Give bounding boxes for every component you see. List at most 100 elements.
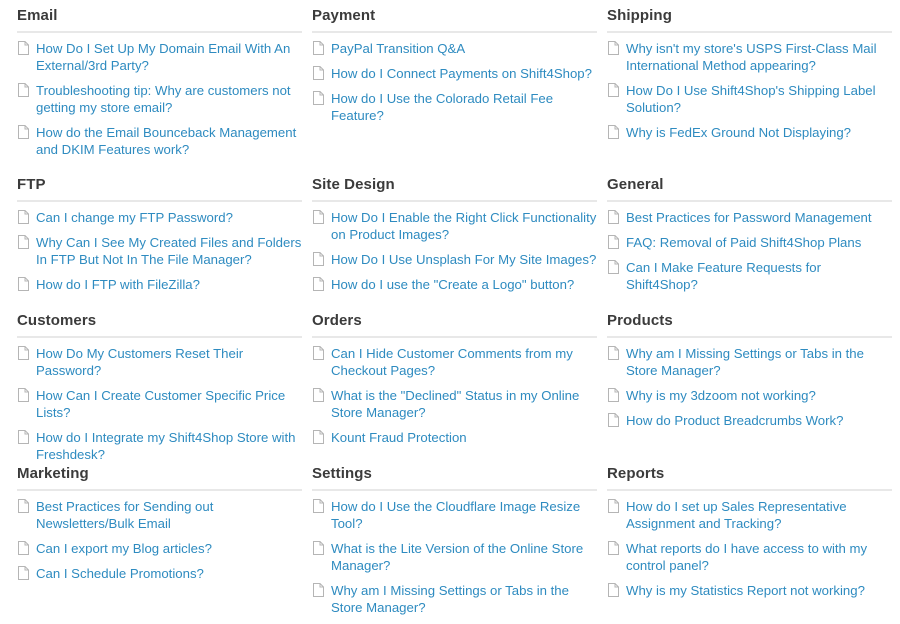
document-icon bbox=[18, 388, 29, 402]
category-title: Reports bbox=[607, 465, 892, 491]
article-list: Can I Hide Customer Comments from my Che… bbox=[312, 338, 597, 446]
article-list-item: What is the Lite Version of the Online S… bbox=[312, 540, 597, 574]
category-section-email: Email How Do I Set Up My Domain Email Wi… bbox=[17, 7, 302, 166]
article-link[interactable]: How do I use the "Create a Logo" button? bbox=[331, 277, 574, 292]
category-section-orders: Orders Can I Hide Customer Comments from… bbox=[312, 312, 597, 454]
article-link[interactable]: How do I FTP with FileZilla? bbox=[36, 277, 200, 292]
document-icon bbox=[608, 413, 619, 427]
article-link[interactable]: How do I Integrate my Shift4Shop Store w… bbox=[36, 430, 296, 462]
article-link[interactable]: What reports do I have access to with my… bbox=[626, 541, 867, 573]
article-list-item: Can I Schedule Promotions? bbox=[17, 565, 302, 582]
article-list-item: How do I FTP with FileZilla? bbox=[17, 276, 302, 293]
article-link[interactable]: How do I Connect Payments on Shift4Shop? bbox=[331, 66, 592, 81]
category-title: Orders bbox=[312, 312, 597, 338]
document-icon bbox=[18, 83, 29, 97]
article-list-item: PayPal Transition Q&A bbox=[312, 40, 597, 57]
article-link[interactable]: Can I change my FTP Password? bbox=[36, 210, 233, 225]
article-link[interactable]: How Do I Use Shift4Shop's Shipping Label… bbox=[626, 83, 876, 115]
category-title: Shipping bbox=[607, 7, 892, 33]
category-title: FTP bbox=[17, 176, 302, 202]
article-link[interactable]: What is the Lite Version of the Online S… bbox=[331, 541, 583, 573]
article-list-item: How do I Use the Colorado Retail Fee Fea… bbox=[312, 90, 597, 124]
article-list-item: Can I Hide Customer Comments from my Che… bbox=[312, 345, 597, 379]
article-link[interactable]: How Do I Set Up My Domain Email With An … bbox=[36, 41, 290, 73]
article-link[interactable]: How do I Use the Cloudflare Image Resize… bbox=[331, 499, 580, 531]
document-icon bbox=[18, 125, 29, 139]
category-title: Payment bbox=[312, 7, 597, 33]
document-icon bbox=[608, 499, 619, 513]
article-list: Best Practices for Password Management F… bbox=[607, 202, 892, 293]
article-list-item: Kount Fraud Protection bbox=[312, 429, 597, 446]
document-icon bbox=[18, 430, 29, 444]
document-icon bbox=[18, 235, 29, 249]
article-link[interactable]: Why am I Missing Settings or Tabs in the… bbox=[331, 583, 569, 615]
category-section-ftp: FTP Can I change my FTP Password? Why Ca… bbox=[17, 176, 302, 301]
document-icon bbox=[608, 235, 619, 249]
article-list-item: How do I use the "Create a Logo" button? bbox=[312, 276, 597, 293]
article-link[interactable]: Can I export my Blog articles? bbox=[36, 541, 212, 556]
document-icon bbox=[313, 583, 324, 597]
category-section-site-design: Site Design How Do I Enable the Right Cl… bbox=[312, 176, 597, 301]
document-icon bbox=[313, 210, 324, 224]
document-icon bbox=[313, 541, 324, 555]
category-title: Email bbox=[17, 7, 302, 33]
category-title: Settings bbox=[312, 465, 597, 491]
article-link[interactable]: Can I Make Feature Requests for Shift4Sh… bbox=[626, 260, 821, 292]
article-link[interactable]: What is the "Declined" Status in my Onli… bbox=[331, 388, 579, 420]
article-list-item: Best Practices for Sending out Newslette… bbox=[17, 498, 302, 532]
document-icon bbox=[608, 41, 619, 55]
document-icon bbox=[18, 210, 29, 224]
article-link[interactable]: How do I set up Sales Representative Ass… bbox=[626, 499, 847, 531]
article-link[interactable]: Troubleshooting tip: Why are customers n… bbox=[36, 83, 291, 115]
article-list-item: How do the Email Bounceback Management a… bbox=[17, 124, 302, 158]
document-icon bbox=[313, 499, 324, 513]
article-link[interactable]: Why Can I See My Created Files and Folde… bbox=[36, 235, 301, 267]
article-list: How do I Use the Cloudflare Image Resize… bbox=[312, 491, 597, 616]
document-icon bbox=[313, 346, 324, 360]
category-title: Marketing bbox=[17, 465, 302, 491]
document-icon bbox=[608, 83, 619, 97]
article-link[interactable]: Why am I Missing Settings or Tabs in the… bbox=[626, 346, 864, 378]
article-list: How Do I Enable the Right Click Function… bbox=[312, 202, 597, 293]
category-section-payment: Payment PayPal Transition Q&A How do I C… bbox=[312, 7, 597, 132]
category-section-customers: Customers How Do My Customers Reset Thei… bbox=[17, 312, 302, 471]
article-link[interactable]: Why isn't my store's USPS First-Class Ma… bbox=[626, 41, 877, 73]
document-icon bbox=[608, 541, 619, 555]
document-icon bbox=[313, 91, 324, 105]
article-link[interactable]: Best Practices for Password Management bbox=[626, 210, 872, 225]
article-list-item: Best Practices for Password Management bbox=[607, 209, 892, 226]
article-list-item: How do Product Breadcrumbs Work? bbox=[607, 412, 892, 429]
article-link[interactable]: How Do My Customers Reset Their Password… bbox=[36, 346, 243, 378]
article-link[interactable]: Can I Schedule Promotions? bbox=[36, 566, 204, 581]
article-link[interactable]: How do I Use the Colorado Retail Fee Fea… bbox=[331, 91, 553, 123]
article-list: How do I set up Sales Representative Ass… bbox=[607, 491, 892, 599]
article-list-item: Why isn't my store's USPS First-Class Ma… bbox=[607, 40, 892, 74]
article-link[interactable]: Can I Hide Customer Comments from my Che… bbox=[331, 346, 573, 378]
article-link[interactable]: Why is FedEx Ground Not Displaying? bbox=[626, 125, 851, 140]
article-link[interactable]: How do Product Breadcrumbs Work? bbox=[626, 413, 843, 428]
category-section-reports: Reports How do I set up Sales Representa… bbox=[607, 465, 892, 607]
article-link[interactable]: Best Practices for Sending out Newslette… bbox=[36, 499, 213, 531]
article-link[interactable]: Why is my 3dzoom not working? bbox=[626, 388, 816, 403]
article-list-item: What reports do I have access to with my… bbox=[607, 540, 892, 574]
article-list-item: Why is FedEx Ground Not Displaying? bbox=[607, 124, 892, 141]
article-link[interactable]: How Do I Enable the Right Click Function… bbox=[331, 210, 596, 242]
article-link[interactable]: Kount Fraud Protection bbox=[331, 430, 467, 445]
article-list-item: How Do My Customers Reset Their Password… bbox=[17, 345, 302, 379]
document-icon bbox=[18, 346, 29, 360]
article-list-item: How do I Connect Payments on Shift4Shop? bbox=[312, 65, 597, 82]
document-icon bbox=[608, 125, 619, 139]
document-icon bbox=[18, 277, 29, 291]
article-link[interactable]: How Do I Use Unsplash For My Site Images… bbox=[331, 252, 596, 267]
article-link[interactable]: FAQ: Removal of Paid Shift4Shop Plans bbox=[626, 235, 861, 250]
article-list: How Do I Set Up My Domain Email With An … bbox=[17, 33, 302, 158]
category-section-shipping: Shipping Why isn't my store's USPS First… bbox=[607, 7, 892, 149]
article-list-item: How do I set up Sales Representative Ass… bbox=[607, 498, 892, 532]
article-link[interactable]: How do the Email Bounceback Management a… bbox=[36, 125, 296, 157]
article-link[interactable]: Why is my Statistics Report not working? bbox=[626, 583, 865, 598]
article-list-item: How Do I Use Unsplash For My Site Images… bbox=[312, 251, 597, 268]
document-icon bbox=[608, 346, 619, 360]
article-list-item: How Do I Use Shift4Shop's Shipping Label… bbox=[607, 82, 892, 116]
article-link[interactable]: PayPal Transition Q&A bbox=[331, 41, 465, 56]
article-link[interactable]: How Can I Create Customer Specific Price… bbox=[36, 388, 285, 420]
